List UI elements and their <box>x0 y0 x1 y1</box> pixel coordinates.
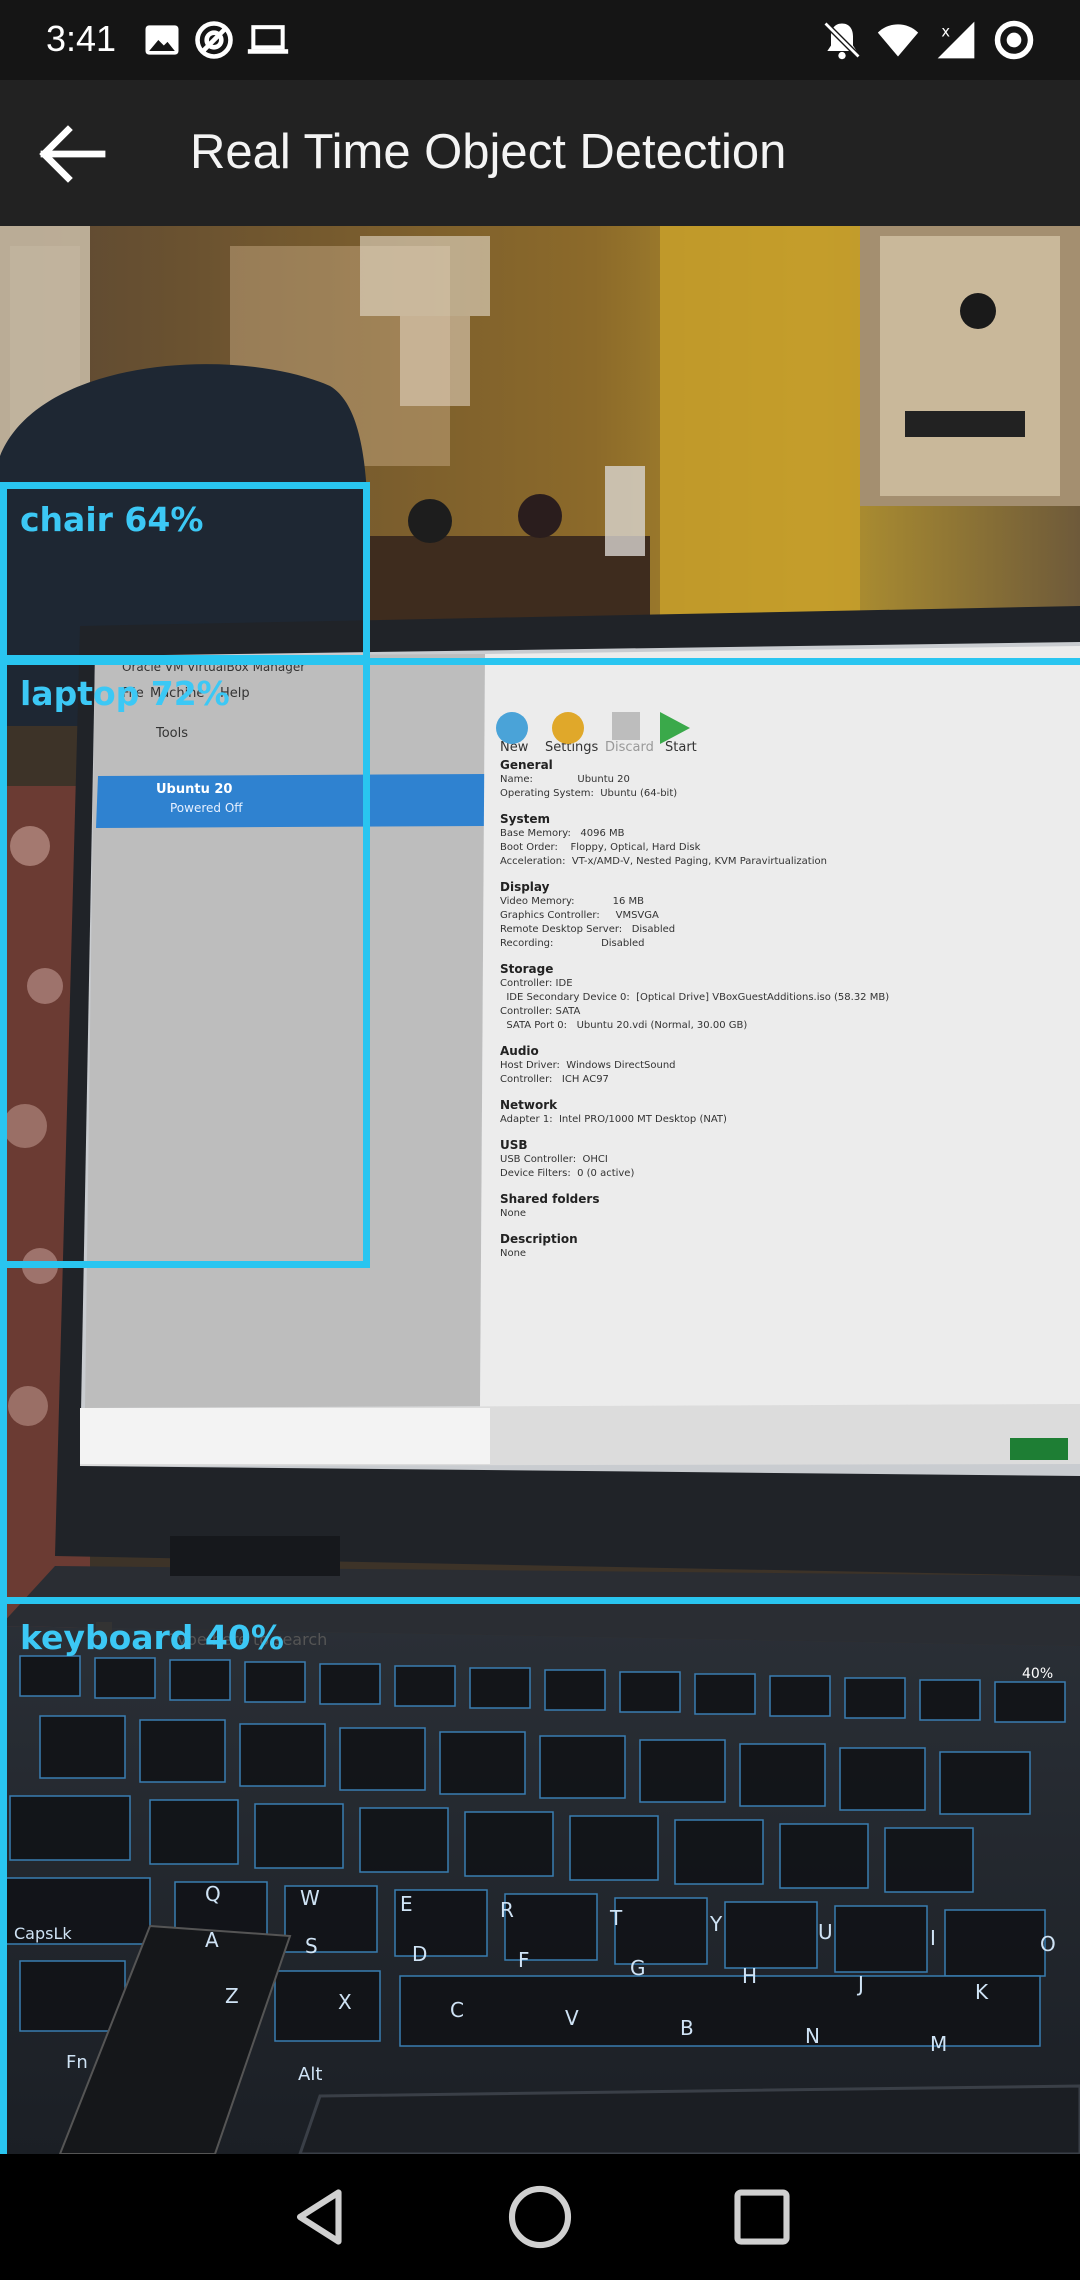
laptop-icon <box>247 25 289 54</box>
nav-home-button[interactable] <box>505 2182 575 2252</box>
signal-icon: x <box>937 21 975 59</box>
image-icon <box>145 25 179 55</box>
sync-icon <box>195 21 233 59</box>
navigation-bar <box>0 2154 1080 2280</box>
svg-text:x: x <box>941 23 950 40</box>
camera-preview: Oracle VM VirtualBox Manager File Machin… <box>0 226 1080 2154</box>
mute-icon <box>823 21 861 60</box>
detection-box-keyboard <box>0 1597 1080 2154</box>
app-bar: Real Time Object Detection <box>0 80 1080 226</box>
data-saver-icon <box>994 20 1034 60</box>
wifi-icon <box>877 24 919 57</box>
detection-box-laptop-wide <box>0 658 1080 1604</box>
status-time: 3:41 <box>46 18 117 59</box>
detection-label-keyboard: keyboard 40% <box>20 1618 284 1657</box>
status-bar: 3:41 x <box>0 0 1080 80</box>
back-button[interactable] <box>36 124 108 184</box>
page-title: Real Time Object Detection <box>190 125 787 179</box>
nav-recents-button[interactable] <box>727 2182 797 2252</box>
detection-label-laptop: laptop 72% <box>20 674 230 713</box>
nav-back-button[interactable] <box>286 2182 356 2252</box>
detection-label-chair: chair 64% <box>20 500 204 539</box>
